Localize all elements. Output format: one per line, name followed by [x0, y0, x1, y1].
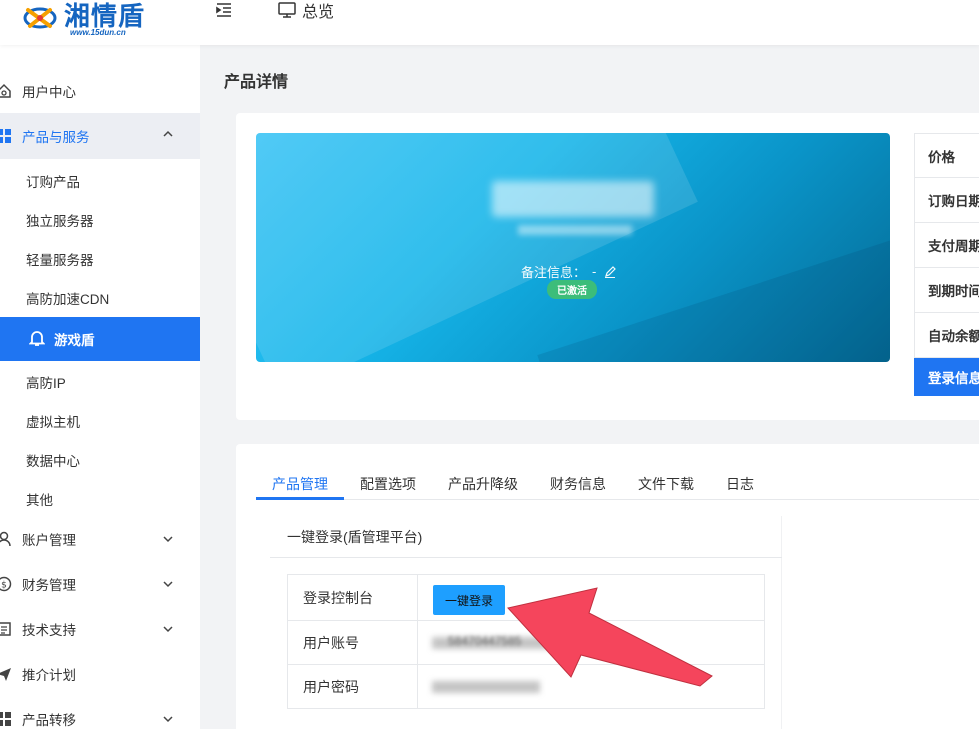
sidebar-item-dedicated-server[interactable]: 独立服务器: [0, 200, 200, 239]
menu-toggle-icon[interactable]: [215, 2, 233, 18]
svg-text:$: $: [1, 581, 7, 591]
sidebar-item-game-shield[interactable]: 游戏盾: [0, 317, 200, 361]
login-table: 登录控制台 一键登录 用户账号 58470447585 用户密码: [287, 574, 765, 709]
info-row-expiry: 到期时间: [914, 268, 979, 313]
sidebar-label: 用户中心: [22, 85, 76, 100]
sidebar-item-virtual-host[interactable]: 虚拟主机: [0, 401, 200, 440]
sidebar-label: 产品转移: [22, 713, 76, 728]
overview-nav[interactable]: 总览: [278, 0, 335, 21]
sidebar-item-cdn[interactable]: 高防加速CDN: [0, 278, 200, 317]
tab-upgrade-downgrade[interactable]: 产品升降级: [448, 474, 518, 494]
user-icon: [0, 531, 11, 547]
dollar-icon: $: [0, 576, 12, 592]
sidebar-item-lightweight-server[interactable]: 轻量服务器: [0, 239, 200, 278]
chevron-down-icon: [163, 716, 173, 723]
product-banner: 备注信息： - 已激活: [256, 133, 890, 362]
edit-icon[interactable]: [604, 265, 617, 278]
logo-text: 湘情盾: [64, 2, 146, 32]
send-icon: [0, 668, 11, 681]
chevron-up-icon: [163, 130, 173, 137]
password-value-redacted: [432, 681, 540, 693]
chevron-down-icon: [163, 581, 173, 588]
sidebar-label: 财务管理: [22, 578, 76, 593]
logo-icon: [23, 7, 57, 29]
top-header: 湘情盾 www.15dun.cn 总览: [0, 0, 979, 45]
overview-label: 总览: [302, 4, 335, 21]
sidebar-item-user-center[interactable]: 用户中心: [0, 79, 200, 103]
info-row-order-date: 订购日期: [914, 178, 979, 223]
sidebar-label: 账户管理: [22, 533, 76, 548]
tab-product-management[interactable]: 产品管理: [272, 474, 328, 494]
sidebar-item-support[interactable]: 技术支持: [0, 617, 200, 641]
tab-finance-info[interactable]: 财务信息: [550, 474, 606, 494]
tab-log[interactable]: 日志: [726, 474, 754, 494]
chevron-down-icon: [163, 536, 173, 543]
home-icon: [0, 83, 11, 98]
product-name-redacted: [492, 181, 654, 217]
active-tab-indicator: [256, 497, 344, 500]
remark: 备注信息： -: [521, 262, 617, 281]
page-title: 产品详情: [224, 74, 289, 91]
sidebar-item-finance[interactable]: $ 财务管理: [0, 572, 200, 596]
product-subtitle-redacted: [518, 225, 632, 235]
sidebar-item-products-services[interactable]: 产品与服务: [0, 113, 200, 159]
document-icon: [0, 622, 11, 636]
chevron-down-icon: [163, 626, 173, 633]
account-label: 用户账号: [288, 621, 418, 664]
tab-bar: 产品管理 配置选项 产品升降级 财务信息 文件下载 日志: [256, 464, 979, 500]
console-label: 登录控制台: [288, 575, 418, 620]
sidebar-label: 技术支持: [22, 623, 76, 638]
table-row: 用户密码: [288, 664, 764, 708]
monitor-icon: [278, 2, 296, 18]
bell-icon: [29, 331, 45, 346]
one-click-login-button[interactable]: 一键登录: [433, 585, 506, 615]
sidebar-label: 推介计划: [22, 668, 76, 683]
sidebar-item-order-product[interactable]: 订购产品: [0, 161, 200, 200]
info-table: 价格 订购日期 支付周期 到期时间 自动余额 登录信息: [914, 133, 979, 396]
sidebar-item-account[interactable]: 账户管理: [0, 527, 200, 551]
table-row: 用户账号 58470447585: [288, 620, 764, 664]
sidebar-item-transfer[interactable]: 产品转移: [0, 707, 200, 729]
sidebar-label: 游戏盾: [54, 333, 95, 348]
logo[interactable]: 湘情盾: [20, 0, 145, 30]
info-row-auto-renew: 自动余额: [914, 313, 979, 358]
sidebar-label: 产品与服务: [22, 130, 90, 145]
panel-title: 一键登录(盾管理平台): [270, 516, 782, 558]
grid-icon: [0, 712, 11, 726]
password-label: 用户密码: [288, 665, 418, 708]
remark-label: 备注信息：: [521, 265, 587, 280]
sidebar-item-high-defense-ip[interactable]: 高防IP: [0, 362, 200, 401]
table-row: 登录控制台 一键登录: [288, 575, 764, 620]
logo-url: www.15dun.cn: [70, 28, 126, 37]
account-value: 58470447585: [448, 634, 522, 648]
info-row-price: 价格: [914, 133, 979, 178]
remark-value: -: [592, 264, 597, 279]
sidebar-item-promotion[interactable]: 推介计划: [0, 662, 200, 686]
grid-icon: [0, 129, 11, 143]
tab-config-options[interactable]: 配置选项: [360, 474, 416, 494]
sidebar-item-other[interactable]: 其他: [0, 479, 200, 518]
info-row-login-info[interactable]: 登录信息: [914, 358, 979, 396]
status-badge: 已激活: [547, 280, 597, 299]
sidebar-item-data-center[interactable]: 数据中心: [0, 440, 200, 479]
tab-file-download[interactable]: 文件下载: [638, 474, 694, 494]
info-row-billing-cycle: 支付周期: [914, 223, 979, 268]
